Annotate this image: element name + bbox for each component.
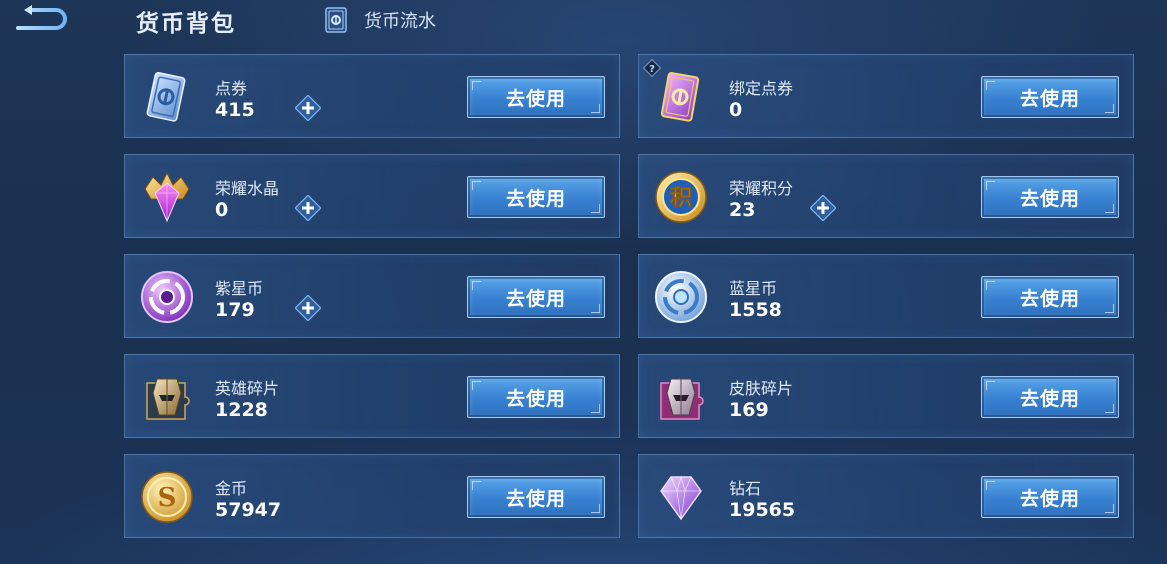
- page-title: 货币背包: [136, 11, 236, 37]
- currency-card-bound-voucher: ? 绑定点券 0 去使用: [638, 54, 1134, 138]
- currency-card-diamond: 钻石 19565 去使用: [638, 454, 1134, 538]
- currency-flow-link[interactable]: 货币流水: [320, 4, 436, 36]
- currency-card-hero-fragment: 英雄碎片 1228 去使用: [124, 354, 620, 438]
- currency-name: 绑定点券: [729, 79, 794, 98]
- currency-value: 179: [215, 299, 255, 321]
- currency-name: 钻石: [729, 479, 762, 498]
- add-purple-star-coin-button[interactable]: [295, 295, 321, 321]
- glory-points-icon: 积: [655, 171, 707, 223]
- voucher-icon: [146, 71, 186, 122]
- use-gold-coin-button[interactable]: 去使用: [467, 476, 605, 518]
- add-voucher-button[interactable]: [295, 95, 321, 121]
- use-purple-star-coin-button[interactable]: 去使用: [467, 276, 605, 318]
- currency-name: 紫星币: [215, 279, 264, 298]
- currency-name: 点券: [215, 79, 248, 98]
- use-glory-points-button[interactable]: 去使用: [981, 176, 1119, 218]
- currency-value: 1558: [729, 299, 782, 321]
- currency-card-glory-points: 积 荣耀积分 23 去使用: [638, 154, 1134, 238]
- currency-name: 英雄碎片: [215, 379, 280, 398]
- hero-fragment-icon: [146, 378, 190, 420]
- use-diamond-button[interactable]: 去使用: [981, 476, 1119, 518]
- back-button[interactable]: [10, 4, 72, 32]
- gold-coin-glyph: S: [158, 483, 177, 513]
- currency-value: 415: [215, 99, 255, 121]
- glory-points-glyph: 积: [670, 186, 692, 211]
- currency-name: 荣耀积分: [729, 179, 794, 198]
- blue-star-coin-icon: [655, 271, 707, 323]
- currency-card-gold-coin: S 金币 57947 去使用: [124, 454, 620, 538]
- currency-card-glory-crystal: 荣耀水晶 0 去使用: [124, 154, 620, 238]
- use-blue-star-coin-button[interactable]: 去使用: [981, 276, 1119, 318]
- currency-name: 荣耀水晶: [215, 179, 280, 198]
- gold-coin-icon: S: [141, 471, 193, 523]
- add-glory-points-button[interactable]: [810, 195, 836, 221]
- use-hero-fragment-button[interactable]: 去使用: [467, 376, 605, 418]
- currency-flow-label: 货币流水: [364, 11, 436, 32]
- currency-name: 蓝星币: [729, 279, 778, 298]
- currency-card-skin-fragment: 皮肤碎片 169 去使用: [638, 354, 1134, 438]
- currency-card-blue-star-coin: 蓝星币 1558 去使用: [638, 254, 1134, 338]
- bound-voucher-icon: [660, 72, 700, 122]
- use-glory-crystal-button[interactable]: 去使用: [467, 176, 605, 218]
- currency-name: 金币: [215, 479, 248, 498]
- currency-name: 皮肤碎片: [729, 379, 794, 398]
- use-bound-voucher-button[interactable]: 去使用: [981, 76, 1119, 118]
- currency-value: 0: [729, 99, 743, 121]
- diamond-icon: [660, 475, 702, 521]
- skin-fragment-icon: [660, 378, 704, 420]
- currency-value: 23: [729, 199, 756, 221]
- glory-crystal-icon: [144, 171, 190, 223]
- use-skin-fragment-button[interactable]: 去使用: [981, 376, 1119, 418]
- back-arrow-icon: [16, 5, 67, 30]
- currency-value: 169: [729, 399, 769, 421]
- currency-flow-icon: [325, 7, 347, 33]
- purple-star-coin-icon: [141, 271, 193, 323]
- use-voucher-button[interactable]: 去使用: [467, 76, 605, 118]
- currency-value: 57947: [215, 499, 282, 521]
- add-glory-crystal-button[interactable]: [295, 195, 321, 221]
- currency-value: 19565: [729, 499, 796, 521]
- currency-value: 1228: [215, 399, 268, 421]
- currency-card-voucher: 点券 415 去使用: [124, 54, 620, 138]
- currency-card-purple-star-coin: 紫星币 179 去使用: [124, 254, 620, 338]
- currency-value: 0: [215, 199, 229, 221]
